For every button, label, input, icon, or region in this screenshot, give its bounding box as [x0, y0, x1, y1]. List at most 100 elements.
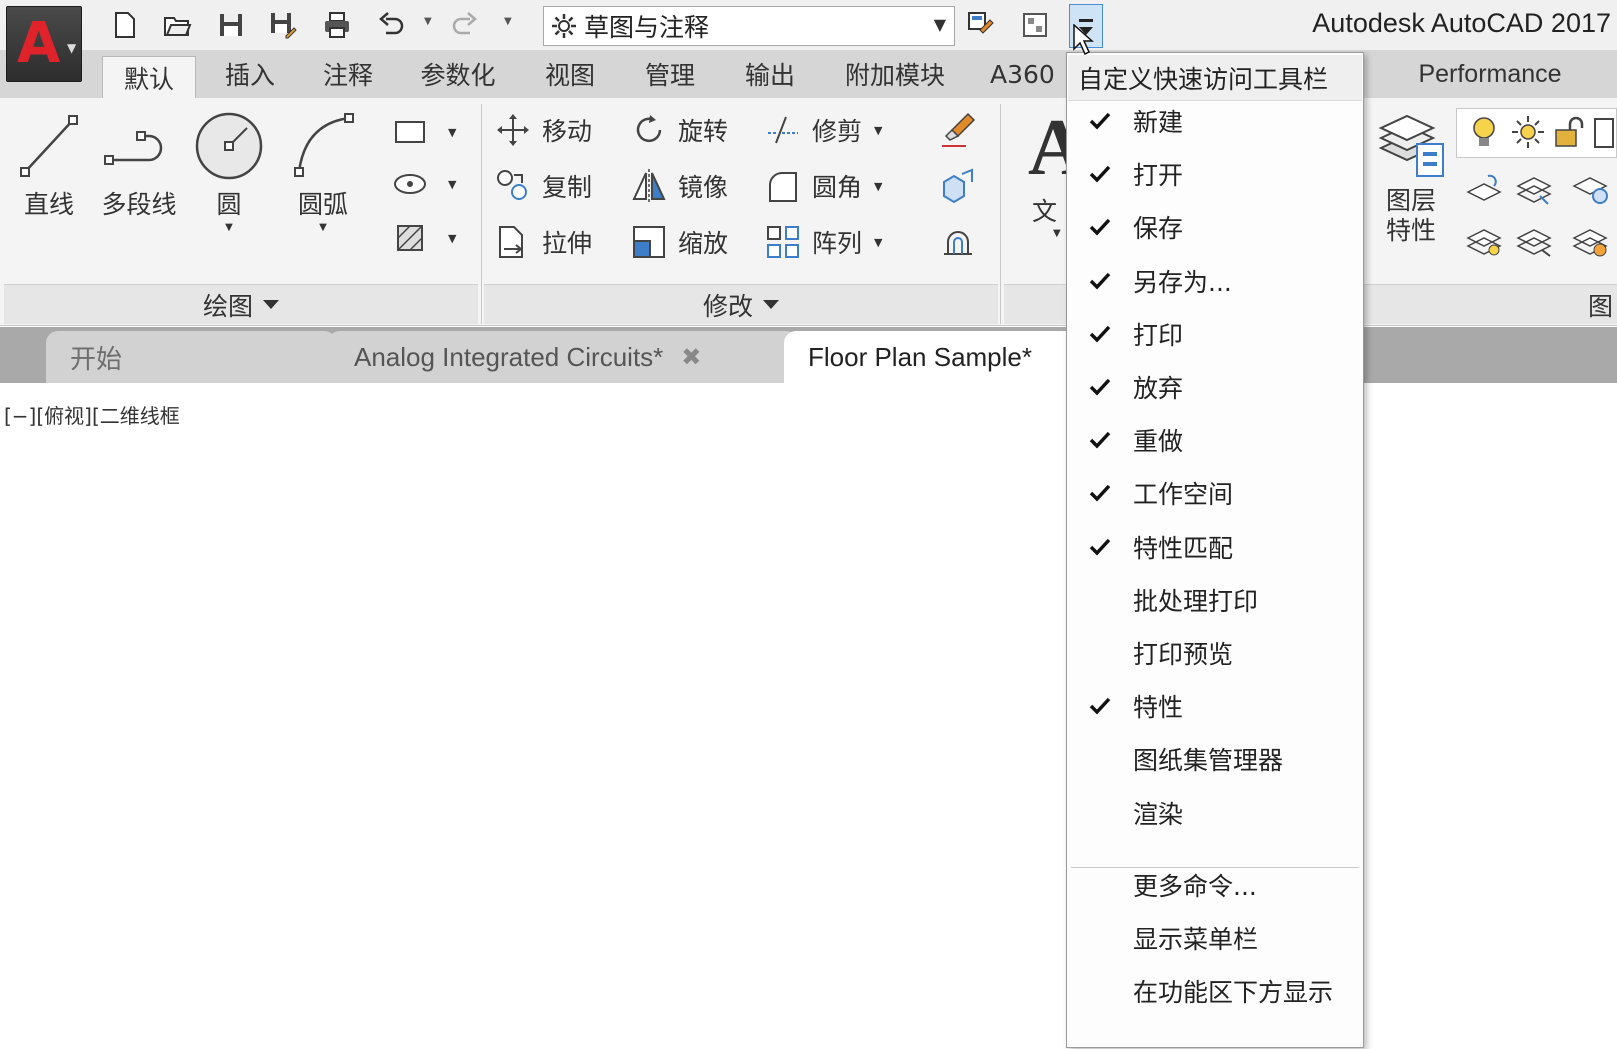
erase-icon[interactable]	[938, 110, 978, 150]
explode-icon[interactable]	[938, 166, 978, 206]
layer-properties-button[interactable]: 图层 特性	[1366, 108, 1456, 246]
move-tool-label: 移动	[542, 117, 593, 146]
sun-icon[interactable]	[1508, 112, 1548, 152]
tab-parametric[interactable]: 参数化	[408, 50, 508, 98]
menu-item[interactable]: 打印	[1067, 308, 1363, 360]
menu-item[interactable]: 保存	[1067, 201, 1363, 253]
annotation-panel-footer[interactable]	[1004, 284, 1066, 324]
menu-item[interactable]: 显示菜单栏	[1067, 912, 1363, 964]
unlock-icon[interactable]	[1550, 112, 1590, 152]
file-tab-floor-plan[interactable]: Floor Plan Sample*	[784, 331, 1084, 383]
check-icon	[1067, 680, 1133, 732]
layer-on-icon[interactable]	[1464, 220, 1504, 260]
rotate-tool-label: 旋转	[678, 117, 729, 146]
tab-output[interactable]: 输出	[730, 50, 810, 98]
menu-item[interactable]: 工作空间	[1067, 467, 1363, 519]
ellipse-icon[interactable]	[390, 164, 430, 204]
array-tool-button[interactable]: 阵列 ▼	[764, 220, 882, 264]
tab-view[interactable]: 视图	[530, 50, 610, 98]
save-as-icon[interactable]	[264, 8, 302, 42]
menu-item[interactable]: 打开	[1067, 148, 1363, 200]
polyline-tool-button[interactable]: 多段线	[94, 108, 184, 220]
match-properties-icon[interactable]	[962, 8, 1000, 42]
trim-tool-button[interactable]: 修剪 ▼	[764, 108, 882, 152]
menu-item-label: 另存为...	[1133, 267, 1232, 297]
open-folder-icon[interactable]	[158, 8, 196, 42]
modify-panel-title: 修改	[702, 291, 753, 321]
stretch-tool-button[interactable]: 拉伸	[494, 220, 592, 264]
undo-dropdown-icon[interactable]: ▼	[424, 16, 432, 27]
menu-item[interactable]: 特性	[1067, 680, 1363, 732]
layer-color-swatch[interactable]	[1594, 118, 1614, 148]
tab-addins[interactable]: 附加模块	[830, 50, 960, 98]
check-icon	[1067, 787, 1133, 839]
viewport-controls[interactable]: [−][俯视][二维线框	[4, 400, 180, 429]
menu-item[interactable]: 渲染	[1067, 787, 1363, 839]
new-file-icon[interactable]	[106, 8, 144, 42]
menu-item-label: 新建	[1133, 108, 1184, 137]
menu-item[interactable]: 新建	[1067, 95, 1363, 147]
tab-annotate[interactable]: 注释	[308, 50, 388, 98]
workspace-selector[interactable]: 草图与注释 ▼	[543, 6, 955, 46]
file-tab-start[interactable]: 开始	[46, 331, 336, 383]
redo-dropdown-icon[interactable]: ▼	[504, 16, 512, 27]
chevron-down-icon[interactable]: ▼	[184, 222, 274, 233]
chevron-down-icon[interactable]: ▼	[874, 124, 882, 137]
layers-panel-footer[interactable]: 图	[1364, 284, 1617, 324]
redo-icon[interactable]	[446, 8, 484, 42]
menu-item[interactable]: 打印预览	[1067, 627, 1363, 679]
save-icon[interactable]	[212, 8, 250, 42]
hatch-icon[interactable]	[390, 218, 430, 258]
window-title: Autodesk AutoCAD 2017	[1312, 8, 1611, 38]
circle-icon	[195, 112, 263, 180]
move-tool-button[interactable]: 移动	[494, 108, 592, 152]
tab-performance[interactable]: Performance	[1390, 50, 1590, 98]
tab-insert[interactable]: 插入	[210, 50, 290, 98]
tab-a360[interactable]: A360	[990, 50, 1070, 98]
layer-match-icon[interactable]	[1514, 220, 1554, 260]
lightbulb-icon[interactable]	[1464, 112, 1504, 152]
menu-item[interactable]: 批处理打印	[1067, 574, 1363, 626]
chevron-down-icon[interactable]: ▼	[448, 126, 456, 139]
menu-item-label: 在功能区下方显示	[1133, 978, 1334, 1007]
chevron-down-icon[interactable]: ▼	[448, 232, 456, 245]
file-tab-analog[interactable]: Analog Integrated Circuits* ✖	[328, 331, 798, 383]
properties-icon[interactable]	[1016, 8, 1054, 42]
mirror-tool-button[interactable]: 镜像	[630, 164, 728, 208]
chevron-down-icon[interactable]: ▼	[874, 180, 882, 193]
menu-item[interactable]: 图纸集管理器	[1067, 733, 1363, 785]
menu-item[interactable]: 特性匹配	[1067, 521, 1363, 573]
tab-default[interactable]: 默认	[102, 56, 196, 98]
menu-item[interactable]: 在功能区下方显示	[1067, 965, 1363, 1017]
menu-item[interactable]: 另存为...	[1067, 255, 1363, 307]
menu-item[interactable]: 重做	[1067, 414, 1363, 466]
application-menu-button[interactable]: A ▼	[6, 6, 82, 82]
layer-off-icon[interactable]	[1464, 168, 1504, 208]
copy-tool-button[interactable]: 复制	[494, 164, 592, 208]
layer-freeze-icon[interactable]	[1570, 168, 1610, 208]
chevron-down-icon[interactable]: ▼	[278, 222, 368, 233]
fillet-tool-button[interactable]: 圆角 ▼	[764, 164, 882, 208]
modify-panel-footer[interactable]: 修改	[484, 284, 998, 324]
undo-icon[interactable]	[372, 8, 410, 42]
offset-icon[interactable]	[938, 222, 978, 262]
menu-item[interactable]: 更多命令...	[1067, 859, 1363, 911]
chevron-down-icon[interactable]: ▼	[448, 178, 456, 191]
stretch-tool-label: 拉伸	[542, 229, 593, 258]
scale-tool-button[interactable]: 缩放	[630, 220, 728, 264]
gear-icon	[544, 7, 584, 45]
draw-panel-footer[interactable]: 绘图	[4, 284, 478, 324]
chevron-down-icon[interactable]: ▼	[1053, 228, 1061, 239]
layer-thaw-icon[interactable]	[1570, 220, 1610, 260]
rotate-tool-button[interactable]: 旋转	[630, 108, 728, 152]
print-icon[interactable]	[318, 8, 356, 42]
chevron-down-icon[interactable]: ▼	[874, 236, 882, 249]
arc-tool-button[interactable]: 圆弧 ▼	[278, 108, 368, 233]
circle-tool-button[interactable]: 圆 ▼	[184, 108, 274, 233]
tab-manage[interactable]: 管理	[630, 50, 710, 98]
rectangle-icon[interactable]	[390, 112, 430, 152]
line-tool-button[interactable]: 直线	[4, 108, 94, 220]
layer-isolate-icon[interactable]	[1514, 168, 1554, 208]
close-icon[interactable]: ✖	[681, 343, 701, 372]
menu-item[interactable]: 放弃	[1067, 361, 1363, 413]
